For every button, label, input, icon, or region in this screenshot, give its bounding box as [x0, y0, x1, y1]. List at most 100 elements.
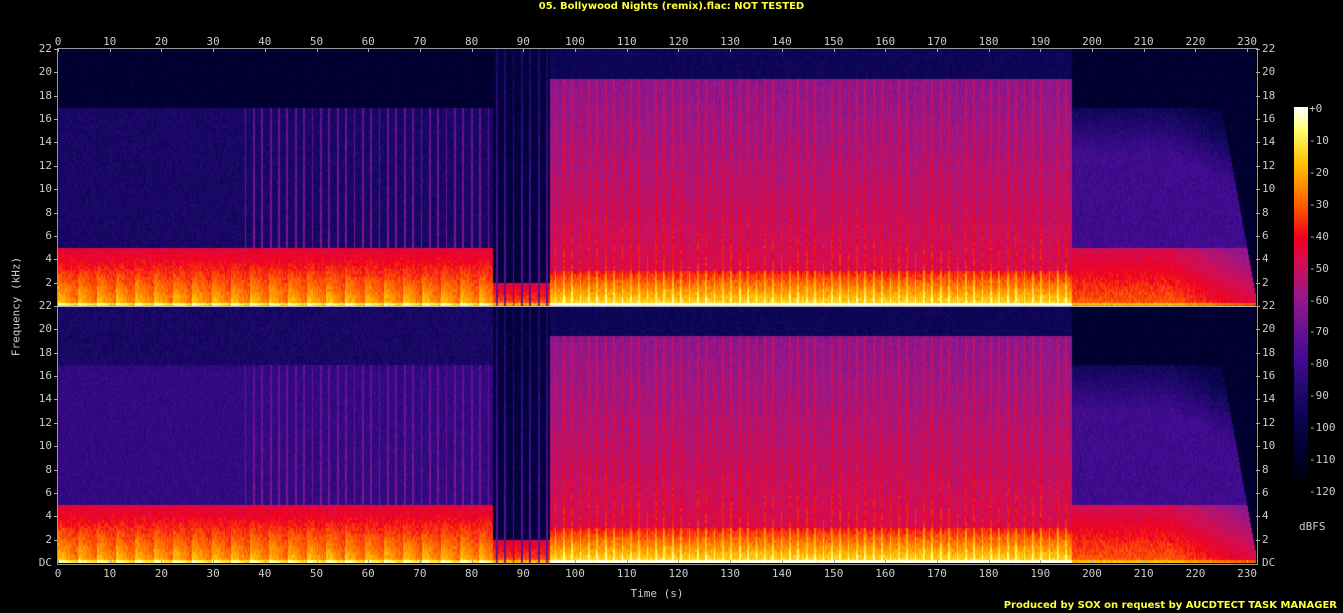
y-tick-mark	[1256, 212, 1260, 214]
x-tick-mark	[1143, 560, 1145, 563]
x-tick-label-top: 60	[361, 35, 375, 48]
y-tick-mark	[54, 422, 58, 424]
x-tick-mark	[575, 49, 576, 52]
y-tick-mark	[1256, 306, 1260, 307]
y-tick-mark	[54, 306, 58, 307]
x-tick-mark	[316, 560, 318, 563]
y-tick-label-right: 20	[1262, 322, 1276, 336]
colorbar-unit: dBFS	[1299, 520, 1326, 533]
x-tick-label-bottom: 70	[413, 567, 427, 580]
x-tick-label-bottom: 90	[516, 567, 530, 580]
y-tick-mark	[1256, 189, 1260, 191]
y-tick-label-left: 18	[38, 88, 52, 102]
chart-title: 05. Bollywood Nights (remix).flac: NOT T…	[538, 1, 805, 12]
x-tick-label-bottom: 120	[668, 567, 689, 580]
x-tick-label-bottom: 150	[823, 567, 844, 580]
y-tick-label-right: 8	[1262, 205, 1269, 219]
x-tick-mark	[419, 560, 421, 563]
y-tick-mark	[1256, 165, 1260, 167]
x-tick-label-bottom: 170	[926, 567, 947, 580]
y-tick-label-right: 6	[1262, 228, 1269, 242]
y-tick-mark	[1256, 259, 1260, 261]
colorbar-tick-label: -40	[1309, 229, 1329, 243]
y-tick-mark	[54, 492, 58, 494]
x-tick-mark	[213, 560, 215, 563]
x-tick-mark	[781, 560, 783, 563]
footer-credit: Produced by SOX on request by AUCDTECT T…	[1003, 600, 1337, 611]
y-tick-label-left: 16	[38, 112, 52, 126]
y-tick-mark	[54, 352, 58, 354]
x-tick-mark	[1247, 49, 1249, 52]
y-tick-label-left: 12	[38, 415, 52, 429]
colorbar-tick-label: -90	[1309, 389, 1329, 403]
x-tick-label-top: 140	[771, 35, 792, 48]
y-tick-label-right: 4	[1262, 252, 1269, 266]
y-tick-mark	[54, 142, 58, 144]
x-tick-label-top: 230	[1237, 35, 1258, 48]
y-tick-label-left: 22	[38, 42, 52, 55]
x-tick-mark	[471, 560, 473, 563]
x-tick-label-bottom: 30	[206, 567, 220, 580]
y-tick-label-right: 2	[1262, 532, 1269, 546]
y-tick-mark	[1256, 49, 1260, 50]
x-tick-label-bottom: 10	[103, 567, 117, 580]
x-tick-mark	[678, 560, 680, 563]
colorbar-tick-label: -110	[1309, 453, 1336, 467]
colorbar	[1294, 107, 1308, 490]
x-tick-mark	[781, 49, 783, 52]
x-tick-label-top: 40	[258, 35, 272, 48]
colorbar-tick-label: -100	[1309, 421, 1336, 435]
x-tick-mark	[419, 49, 421, 52]
x-tick-mark	[626, 49, 628, 52]
x-tick-label-top: 120	[668, 35, 689, 48]
y-tick-label-left: 2	[45, 275, 52, 289]
x-tick-label-bottom: 220	[1185, 567, 1206, 580]
x-tick-label-top: 20	[154, 35, 169, 48]
y-tick-mark	[1256, 119, 1260, 121]
x-tick-mark	[161, 49, 163, 52]
x-tick-label-bottom: 80	[464, 567, 479, 580]
x-tick-mark	[264, 560, 266, 563]
y-tick-label-right: 20	[1262, 65, 1276, 79]
x-tick-label-bottom: 160	[875, 567, 896, 580]
y-tick-label-right: 8	[1262, 462, 1269, 476]
y-tick-label-right: 22	[1262, 299, 1276, 312]
y-tick-mark	[1256, 329, 1260, 331]
x-tick-label-bottom: 190	[1030, 567, 1051, 580]
colorbar-tick-label: -50	[1309, 261, 1329, 275]
y-tick-mark	[54, 516, 58, 518]
y-tick-mark	[54, 72, 58, 74]
x-tick-label-bottom: 140	[771, 567, 792, 580]
y-tick-mark	[1256, 446, 1260, 448]
x-tick-label-top: 30	[206, 35, 220, 48]
y-tick-label-left: 20	[38, 65, 52, 79]
y-tick-label-left: 16	[38, 369, 52, 383]
x-tick-label-bottom: 50	[309, 567, 324, 580]
x-tick-mark	[368, 560, 370, 563]
y-tick-label-right: 12	[1262, 415, 1276, 429]
y-tick-label-right: 4	[1262, 509, 1269, 523]
x-tick-mark	[988, 49, 990, 52]
x-tick-mark	[523, 49, 525, 52]
y-tick-label-right: 6	[1262, 485, 1269, 499]
colorbar-tick-label: -80	[1309, 357, 1329, 371]
x-tick-mark	[523, 560, 525, 563]
y-tick-mark	[54, 189, 58, 191]
x-tick-label-top: 190	[1030, 35, 1051, 48]
y-tick-label-left: 14	[38, 392, 52, 406]
y-tick-mark	[1256, 95, 1260, 97]
y-tick-label-right: 10	[1262, 182, 1276, 196]
y-tick-label-left: 8	[45, 462, 52, 476]
y-tick-label-right: 22	[1262, 42, 1276, 55]
x-tick-label-top: 160	[875, 35, 896, 48]
x-tick-label-top: 100	[565, 35, 585, 48]
y-tick-label-left: 12	[38, 158, 52, 172]
y-tick-label-right: 16	[1262, 112, 1276, 126]
x-tick-mark	[1195, 560, 1197, 563]
x-tick-mark	[1040, 560, 1042, 563]
x-tick-mark	[575, 560, 576, 563]
y-tick-mark	[1256, 376, 1260, 378]
y-tick-label-right: 12	[1262, 158, 1276, 172]
y-tick-label-left: 22	[38, 299, 52, 312]
x-tick-label-top: 210	[1133, 35, 1154, 48]
